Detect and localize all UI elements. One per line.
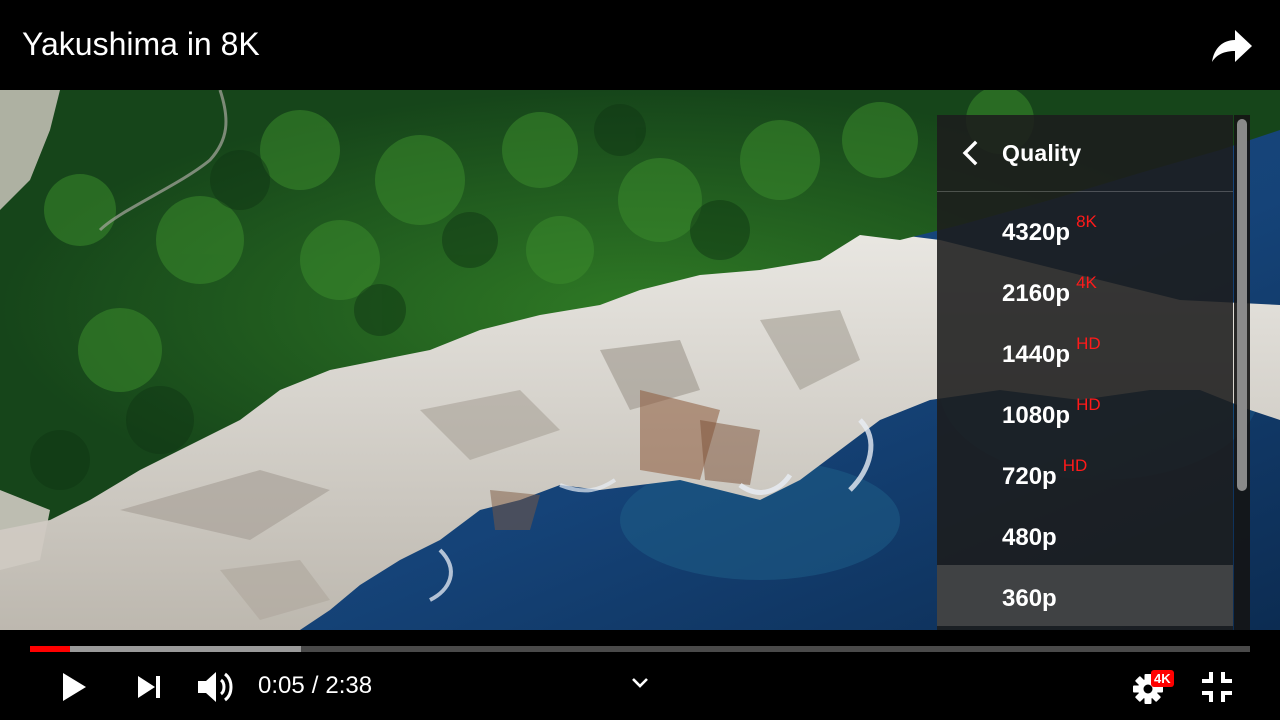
quality-option-720p[interactable]: 720p HD [937,443,1233,504]
quality-resolution: 4320p [1002,219,1071,246]
quality-option-label: 360p [1002,585,1057,613]
quality-menu-scrollbar[interactable] [1234,115,1250,630]
quality-badge: 8K [1076,212,1097,231]
top-bar: Yakushima in 8K [0,0,1280,90]
time-separator: / [311,672,319,699]
quality-option-1440p[interactable]: 1440p HD [937,321,1233,382]
quality-resolution: 480p [1002,524,1057,551]
quality-option-label: 2160p 4K [1002,273,1097,310]
quality-resolution: 360p [1002,585,1057,612]
quality-option-label: 1440p HD [1002,334,1101,371]
video-player: Yakushima in 8K Quality 4320p 8K 2160p 4… [0,0,1280,720]
time-display: 0:05/2:38 [258,672,372,700]
quality-resolution: 1080p [1002,402,1071,429]
volume-icon[interactable] [196,669,236,705]
settings-button[interactable]: 4K [1131,670,1179,706]
quality-menu-header[interactable]: Quality [937,115,1233,192]
video-title: Yakushima in 8K [22,26,260,62]
progress-played [30,646,71,652]
quality-option-label: 720p HD [1002,456,1087,493]
quality-option-480p[interactable]: 480p [937,504,1233,565]
quality-option-1080p[interactable]: 1080p HD [937,382,1233,443]
current-time: 0:05 [258,672,305,699]
settings-quality-badge: 4K [1151,670,1174,687]
progress-buffered [30,646,301,652]
play-icon[interactable] [60,670,88,704]
chevron-left-icon[interactable] [959,139,983,167]
quality-option-label: 4320p 8K [1002,212,1097,249]
quality-badge: HD [1062,456,1088,475]
quality-resolution: 1440p [1002,341,1071,368]
scrollbar-thumb[interactable] [1237,119,1247,491]
quality-option-2160p[interactable]: 2160p 4K [937,260,1233,321]
progress-bar[interactable] [30,646,1250,652]
quality-menu: Quality 4320p 8K 2160p 4K 1440p HD 1080p HD 720p… [937,115,1233,630]
quality-option-4320p[interactable]: 4320p 8K [937,199,1233,260]
share-arrow-icon [1212,30,1252,62]
exit-fullscreen-icon[interactable] [1200,670,1234,704]
quality-badge: HD [1076,395,1101,414]
quality-resolution: 720p [1002,463,1057,490]
quality-option-label: 1080p HD [1002,395,1101,432]
quality-menu-title: Quality [1002,140,1082,166]
share-button[interactable] [1206,24,1258,68]
settings-badge-label: 4K [1154,671,1171,686]
quality-badge: 4K [1076,273,1097,292]
quality-resolution: 2160p [1002,280,1071,307]
chevron-down-icon[interactable] [630,676,650,690]
quality-option-360p[interactable]: 360p [937,565,1233,626]
next-icon[interactable] [136,674,164,700]
quality-option-label: 480p [1002,524,1057,552]
quality-badge: HD [1076,334,1101,353]
duration: 2:38 [325,672,373,699]
control-bar: 0:05/2:38 4K [0,630,1280,720]
